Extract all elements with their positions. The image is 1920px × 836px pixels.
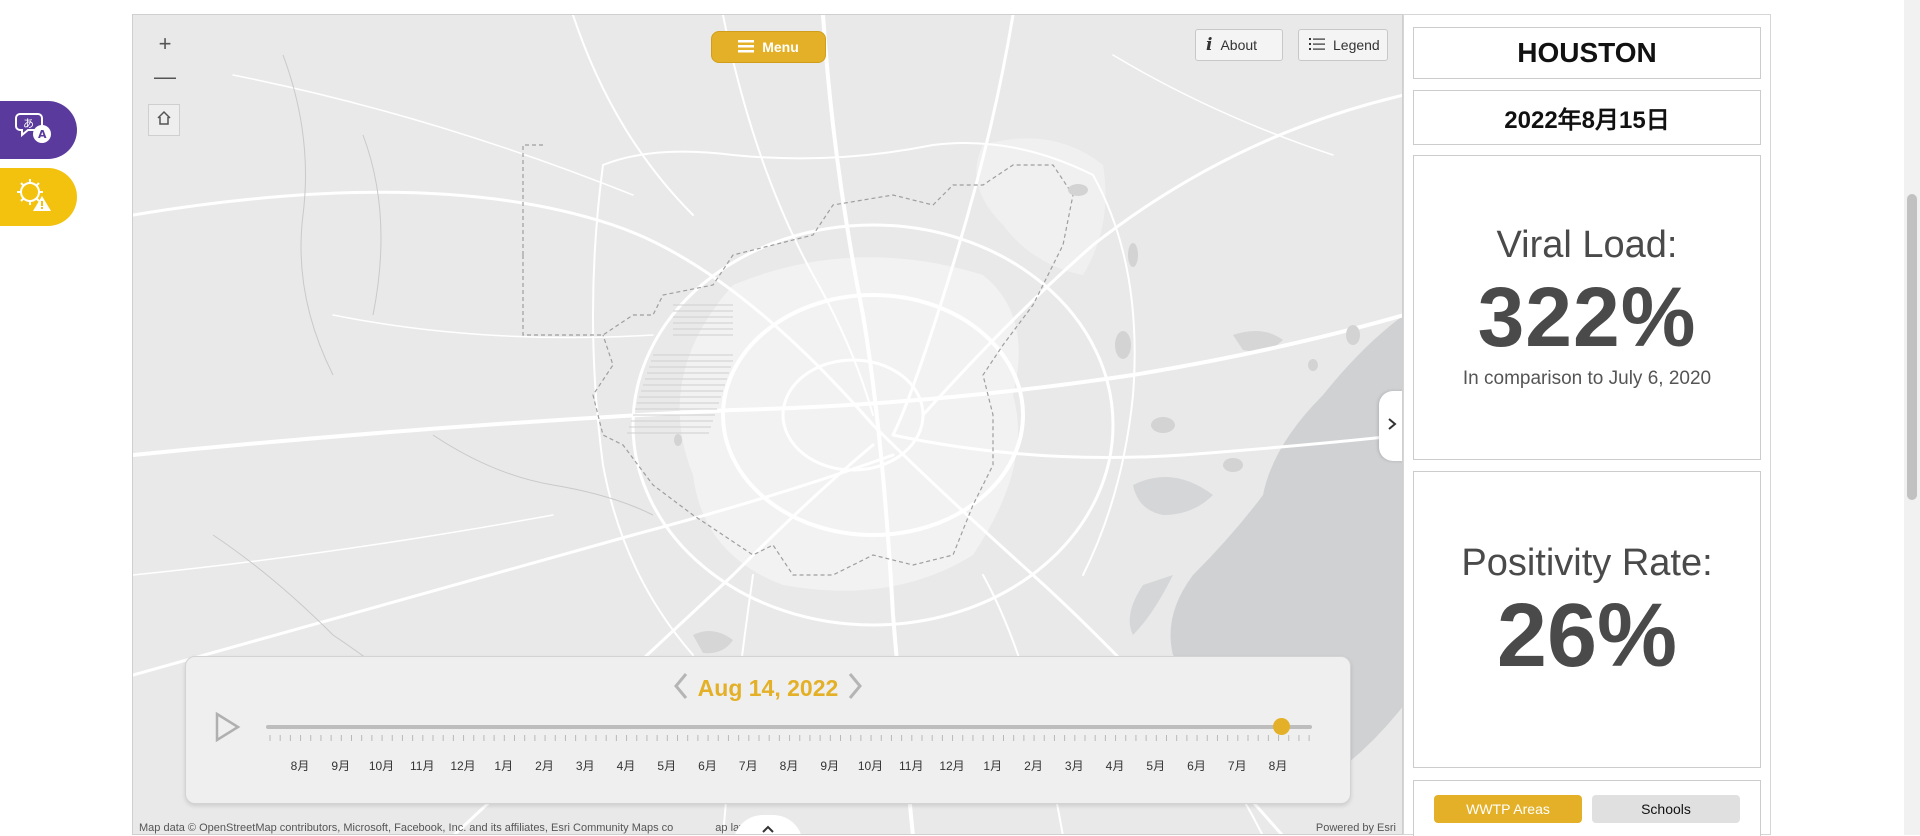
viral-load-card: Viral Load: 322% In comparison to July 6… <box>1413 155 1761 460</box>
about-button[interactable]: i About <box>1195 29 1283 61</box>
slider-tick-label: 1月 <box>494 759 514 773</box>
svg-text:A: A <box>38 128 47 141</box>
svg-text:あ: あ <box>23 117 34 130</box>
translate-tab[interactable]: あ A <box>0 101 77 159</box>
slider-track[interactable] <box>266 725 1312 729</box>
slider-tick-label: 5月 <box>657 759 677 773</box>
hamburger-icon <box>738 39 755 56</box>
home-icon <box>156 110 172 131</box>
slider-tick-label: 3月 <box>1064 759 1084 773</box>
report-date: 2022年8月15日 <box>1413 90 1761 145</box>
zoom-out-button[interactable]: — <box>150 62 180 92</box>
layer-toggle-group: WWTP Areas Schools <box>1413 780 1761 836</box>
positivity-label: Positivity Rate: <box>1461 542 1713 584</box>
legend-label: Legend <box>1333 37 1380 53</box>
slider-tick-label: 11月 <box>410 759 435 773</box>
slider-tick-label: 2月 <box>535 759 554 773</box>
slider-tick-label: 10月 <box>857 759 884 773</box>
slider-tick-label: 9月 <box>331 759 351 773</box>
positivity-card: Positivity Rate: 26% <box>1413 471 1761 768</box>
slider-tick-labels: 8月 9月 10月 11月 12月 1月 2月 3月 4月 5月 6月 7月 8月 9月 10月 11月 12月… <box>266 757 1312 773</box>
attribution-text: Map data © OpenStreetMap contributors, M… <box>139 822 674 834</box>
slider-tick-label: 12月 <box>939 759 965 773</box>
about-label: About <box>1220 37 1258 53</box>
viral-load-value: 322% <box>1477 270 1697 364</box>
slider-tick-label: 6月 <box>698 759 717 773</box>
map-attribution: Map data © OpenStreetMap contributors, M… <box>139 822 791 834</box>
slider-tick-label: 4月 <box>1105 759 1125 773</box>
virus-alert-icon <box>14 176 54 219</box>
slider-tick-label: 2月 <box>1024 759 1043 773</box>
slider-thumb[interactable] <box>1272 718 1290 735</box>
info-icon: i <box>1206 35 1213 55</box>
slider-ticks <box>269 735 1310 741</box>
city-name: HOUSTON <box>1413 27 1761 79</box>
home-button[interactable] <box>148 104 180 136</box>
slider-tick-label: 7月 <box>1227 759 1247 773</box>
slider-tick-label: 8月 <box>779 759 799 773</box>
current-date: Aug 14, 2022 <box>697 675 839 701</box>
menu-label: Menu <box>762 39 799 55</box>
slider-tick-label: 5月 <box>1146 759 1166 773</box>
slider-tick-label: 1月 <box>983 759 1003 773</box>
collapse-panel-button[interactable] <box>1379 391 1402 461</box>
slider-tick-label: 8月 <box>290 759 310 773</box>
map-view[interactable]: + — Menu i About Legend Aug 14, 2022 8月 … <box>132 14 1403 835</box>
play-icon <box>208 711 244 749</box>
scrollbar-thumb[interactable] <box>1907 194 1917 500</box>
slider-tick-label: 3月 <box>575 759 595 773</box>
slider-tick-label: 12月 <box>450 759 476 773</box>
date-navigator: Aug 14, 2022 <box>186 671 1350 706</box>
slider-tick-label: 10月 <box>368 759 395 773</box>
chevron-right-icon[interactable] <box>846 671 864 706</box>
alert-tab[interactable] <box>0 168 77 226</box>
slider-tick-label: 9月 <box>820 759 840 773</box>
wwtp-areas-button[interactable]: WWTP Areas <box>1434 794 1582 823</box>
time-slider-panel: Aug 14, 2022 8月 9月 10月 11月 12月 1月 2月 3月 4月 5月 6月 7月… <box>185 656 1351 804</box>
play-button[interactable] <box>208 709 244 745</box>
slider-tick-label: 6月 <box>1187 759 1206 773</box>
chevron-right-icon <box>1387 417 1397 436</box>
powered-by-esri[interactable]: Powered by Esri <box>1316 822 1396 834</box>
chevron-left-icon[interactable] <box>672 671 690 706</box>
slider-tick-label: 7月 <box>738 759 758 773</box>
positivity-value: 26% <box>1496 586 1678 686</box>
info-sidebar: HOUSTON 2022年8月15日 Viral Load: 322% In c… <box>1403 14 1771 836</box>
translate-chat-icon: あ A <box>14 110 54 151</box>
chevron-up-icon <box>761 821 775 834</box>
menu-button[interactable]: Menu <box>711 31 826 63</box>
list-icon <box>1309 37 1325 54</box>
page-scrollbar[interactable] <box>1904 0 1920 835</box>
slider-tick-label: 8月 <box>1268 759 1288 773</box>
slider-tick-label: 11月 <box>899 759 924 773</box>
legend-button[interactable]: Legend <box>1298 29 1388 61</box>
schools-button[interactable]: Schools <box>1592 794 1740 823</box>
slider-tick-label: 4月 <box>616 759 636 773</box>
zoom-in-button[interactable]: + <box>150 29 180 59</box>
viral-load-label: Viral Load: <box>1496 224 1678 266</box>
viral-load-note: In comparison to July 6, 2020 <box>1462 368 1712 389</box>
